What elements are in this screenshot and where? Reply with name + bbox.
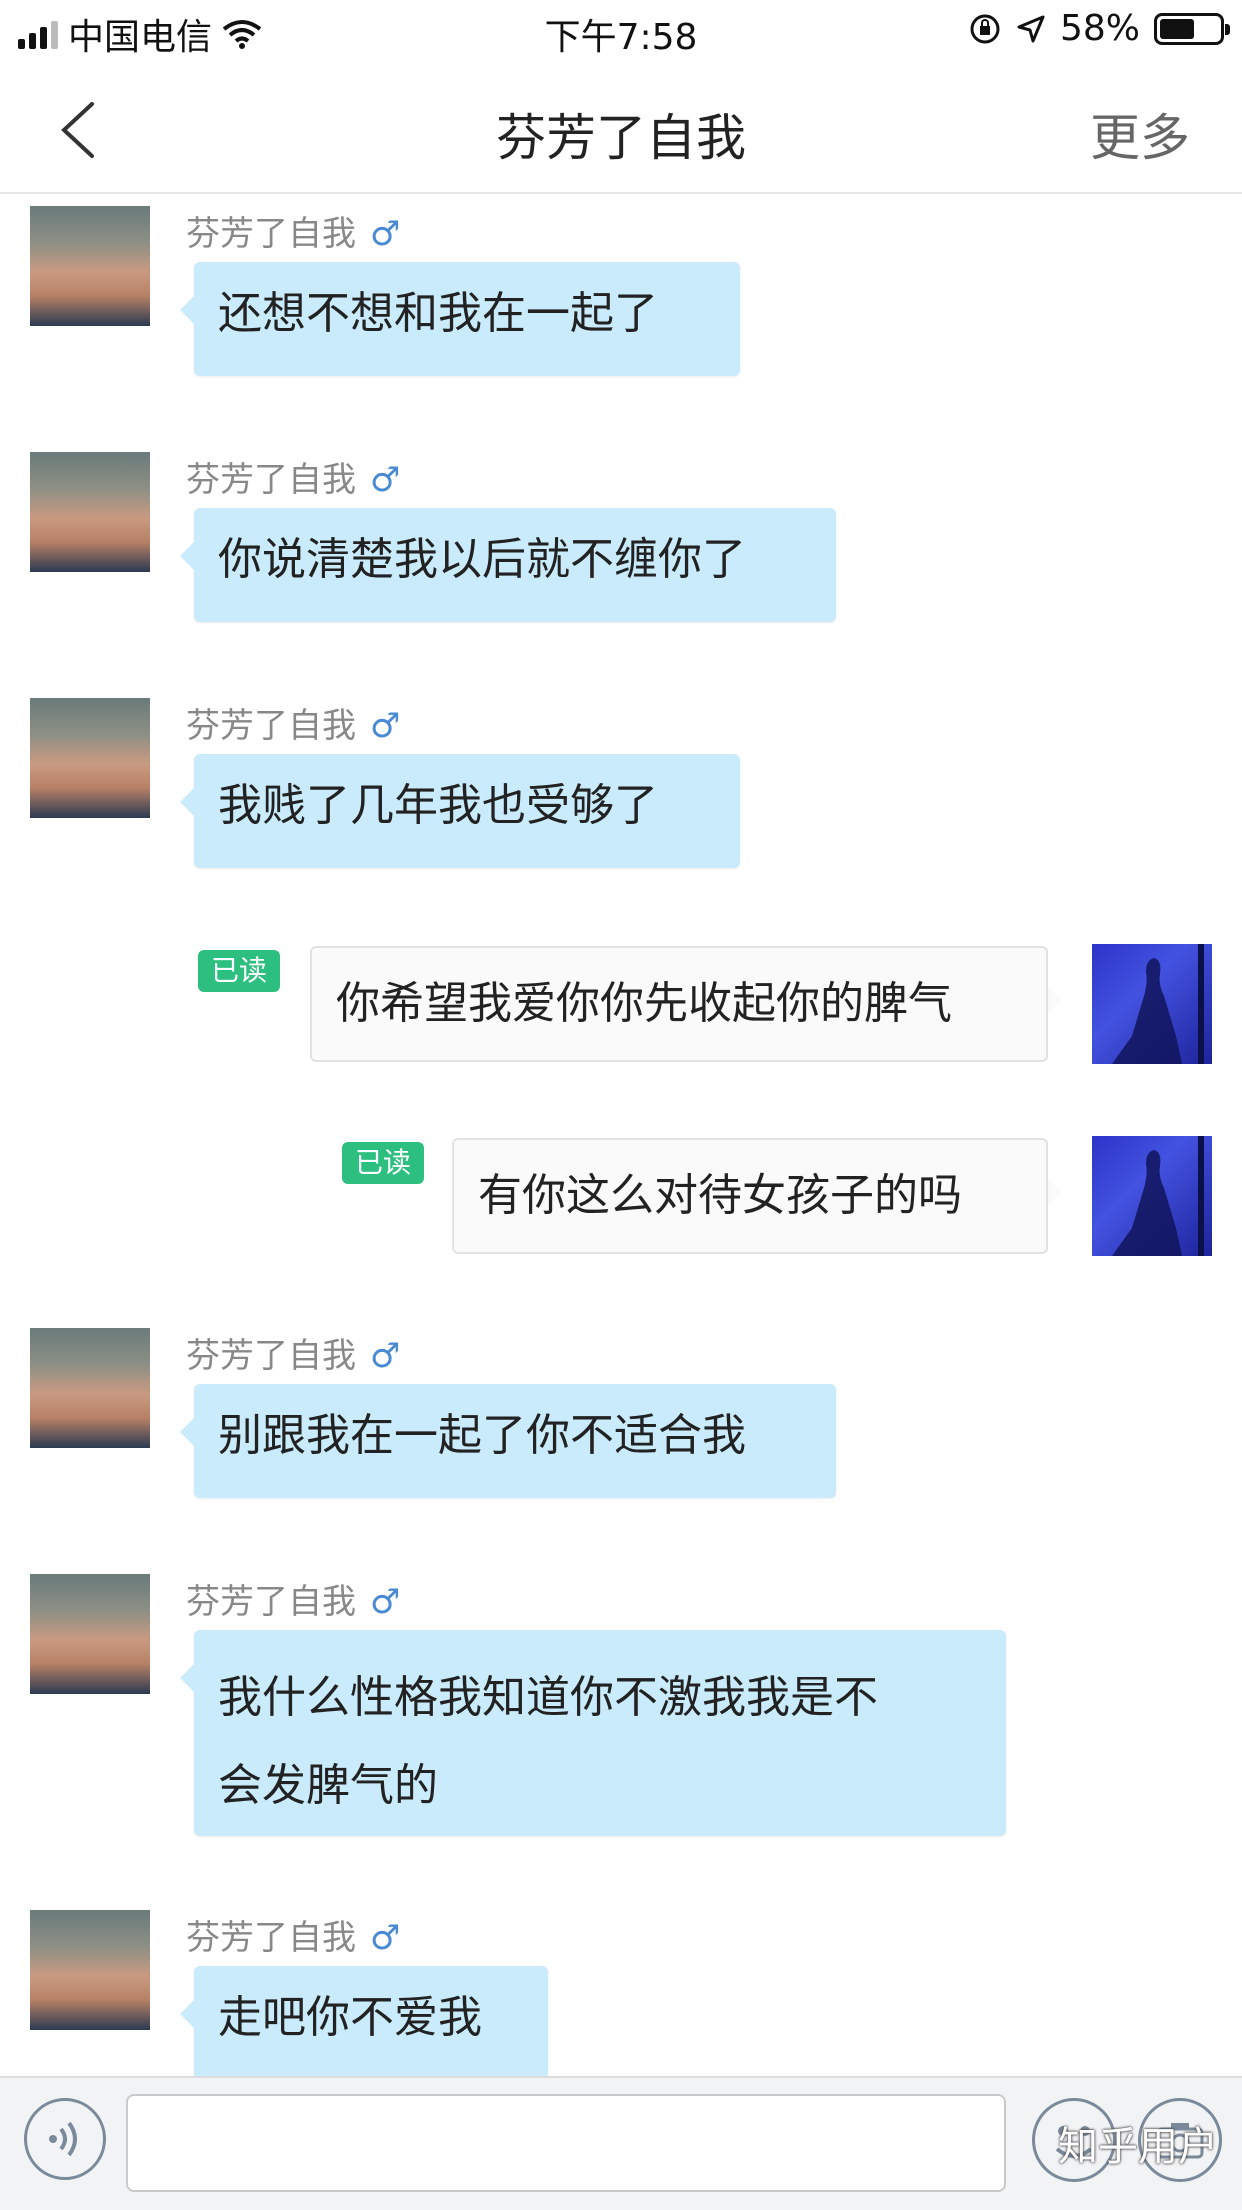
sender-name: 芬芳了自我 ♂ <box>186 1328 400 1377</box>
message-line: 我什么性格我知道你不激我我是不 <box>218 1672 878 1723</box>
voice-button[interactable] <box>24 2098 106 2180</box>
watermark: 知乎用户 <box>1058 2124 1218 2170</box>
input-toolbar: 知乎用户 <box>0 2076 1242 2210</box>
sender-name-text: 芬芳了自我 <box>186 1918 356 1958</box>
message-input[interactable] <box>126 2094 1006 2192</box>
male-gender-icon: ♂ <box>370 1336 401 1376</box>
more-button[interactable]: 更多 <box>1090 98 1190 170</box>
male-gender-icon: ♂ <box>370 706 401 746</box>
sender-name: 芬芳了自我 ♂ <box>186 206 400 255</box>
read-status-badge: 已读 <box>342 1142 424 1184</box>
contact-avatar[interactable] <box>30 1910 150 2030</box>
page-title: 芬芳了自我 <box>496 109 746 167</box>
incoming-message-bubble[interactable]: 还想不想和我在一起了 <box>180 262 740 376</box>
sender-name-text: 芬芳了自我 <box>186 460 356 500</box>
nav-bar: 芬芳了自我 更多 <box>0 62 1242 194</box>
contact-avatar[interactable] <box>30 1574 150 1694</box>
status-bar: 中国电信 下午7:58 58% <box>0 0 1242 62</box>
sender-name-text: 芬芳了自我 <box>186 214 356 254</box>
status-right: 58% <box>968 8 1230 49</box>
sender-name: 芬芳了自我 ♂ <box>186 1910 400 1959</box>
avatar-figure-icon <box>1112 944 1204 1064</box>
contact-avatar[interactable] <box>30 452 150 572</box>
message-line: 会发脾气的 <box>218 1760 438 1811</box>
contact-avatar[interactable] <box>30 206 150 326</box>
orientation-lock-icon <box>970 14 1000 43</box>
sender-name-text: 芬芳了自我 <box>186 1336 356 1376</box>
incoming-message-bubble[interactable]: 你说清楚我以后就不缠你了 <box>180 508 836 622</box>
contact-avatar[interactable] <box>30 1328 150 1448</box>
voice-icon <box>49 2121 77 2157</box>
incoming-message-bubble[interactable]: 走吧你不爱我 <box>180 1966 548 2080</box>
incoming-message-bubble[interactable]: 我贱了几年我也受够了 <box>180 754 740 868</box>
my-avatar[interactable] <box>1092 1136 1212 1256</box>
battery-icon <box>1154 12 1230 45</box>
outgoing-message-bubble[interactable]: 你希望我爱你你先收起你的脾气 <box>310 946 1062 1062</box>
avatar-figure-icon <box>1112 1136 1204 1256</box>
sender-name-text: 芬芳了自我 <box>186 706 356 746</box>
contact-avatar[interactable] <box>30 698 150 818</box>
location-icon <box>1017 15 1045 42</box>
sender-name: 芬芳了自我 ♂ <box>186 452 400 501</box>
male-gender-icon: ♂ <box>370 214 401 254</box>
outgoing-message-bubble[interactable]: 有你这么对待女孩子的吗 <box>452 1138 1062 1254</box>
battery-percent: 58% <box>1059 8 1140 49</box>
male-gender-icon: ♂ <box>370 460 401 500</box>
battery-level <box>1160 18 1194 39</box>
male-gender-icon: ♂ <box>370 1582 401 1622</box>
sender-name: 芬芳了自我 ♂ <box>186 698 400 747</box>
read-status-badge: 已读 <box>198 950 280 992</box>
male-gender-icon: ♂ <box>370 1918 401 1958</box>
incoming-message-bubble[interactable]: 我什么性格我知道你不激我我是不 会发脾气的 <box>180 1630 1006 1836</box>
sender-name-text: 芬芳了自我 <box>186 1582 356 1622</box>
sender-name: 芬芳了自我 ♂ <box>186 1574 400 1623</box>
my-avatar[interactable] <box>1092 944 1212 1064</box>
incoming-message-bubble[interactable]: 别跟我在一起了你不适合我 <box>180 1384 836 1498</box>
